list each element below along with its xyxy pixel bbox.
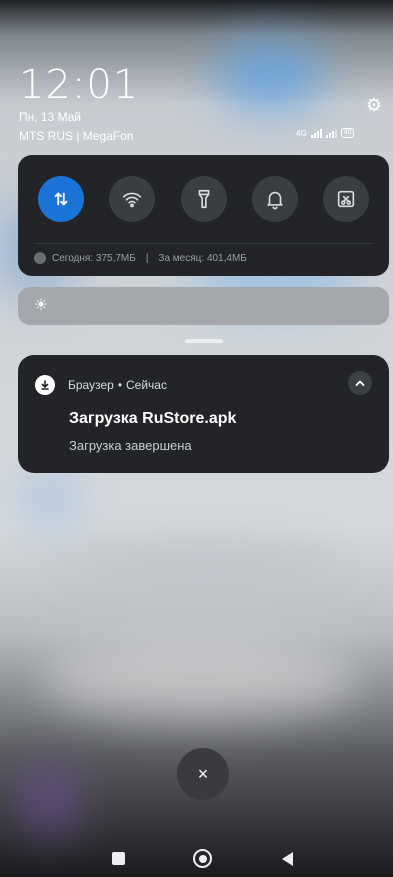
sound-toggle[interactable] (251, 176, 298, 222)
data-separator: | (145, 252, 149, 264)
browser-app-icon (35, 375, 55, 395)
bell-icon (267, 191, 283, 210)
data-usage-row[interactable]: Сегодня: 375,7МБ | За месяц: 401,4МБ (34, 252, 247, 264)
data-month-label: За месяц: 401,4МБ (158, 252, 247, 264)
expand-button[interactable] (348, 371, 372, 395)
network-type-label: 4G (296, 128, 307, 138)
wifi-toggle[interactable] (109, 176, 156, 222)
notification-title: Загрузка RuStore.apk (69, 410, 237, 427)
download-notification[interactable]: Браузер • Сейчас Загрузка RuStore.apk За… (18, 355, 389, 473)
navigation-bar (0, 840, 393, 877)
flashlight-toggle[interactable] (180, 176, 227, 222)
divider (34, 243, 373, 244)
drag-handle[interactable] (185, 339, 223, 343)
date-label[interactable]: Пн, 13 Май (19, 110, 81, 124)
brightness-slider[interactable]: ☀ (18, 287, 389, 325)
signal-bars-icon (310, 128, 322, 138)
sun-icon: ☀ (33, 297, 49, 314)
download-icon (41, 380, 49, 390)
signal-bars-icon-2 (325, 128, 337, 138)
mobile-data-toggle[interactable] (38, 176, 84, 222)
recents-button[interactable] (112, 852, 125, 865)
notification-time: Сейчас (126, 378, 167, 392)
wifi-icon (123, 192, 142, 208)
home-button[interactable] (193, 849, 212, 868)
gear-icon[interactable]: ⚙ (364, 95, 384, 115)
flashlight-icon (198, 189, 209, 209)
clear-notifications-button[interactable]: × (177, 748, 229, 800)
screenshot-icon (337, 190, 355, 208)
battery-icon: 40 (340, 128, 355, 138)
notification-header: Браузер • Сейчас (68, 378, 167, 392)
notification-text: Загрузка завершена (69, 438, 192, 453)
back-button[interactable] (282, 852, 293, 866)
clock[interactable]: 12:01 (19, 62, 139, 108)
screenshot-toggle[interactable] (323, 176, 369, 222)
data-usage-icon (34, 252, 46, 264)
quick-settings-panel: Сегодня: 375,7МБ | За месяц: 401,4МБ (18, 155, 389, 276)
close-icon: × (197, 763, 209, 784)
header-dot: • (117, 378, 123, 392)
carrier-label: MTS RUS | MegaFon (19, 129, 134, 143)
chevron-up-icon (355, 380, 365, 386)
data-transfer-icon (54, 192, 68, 206)
data-today-label: Сегодня: 375,7МБ (52, 252, 136, 264)
app-name-label: Браузер (68, 378, 114, 392)
signal-indicators: 4G 40 (296, 128, 355, 138)
